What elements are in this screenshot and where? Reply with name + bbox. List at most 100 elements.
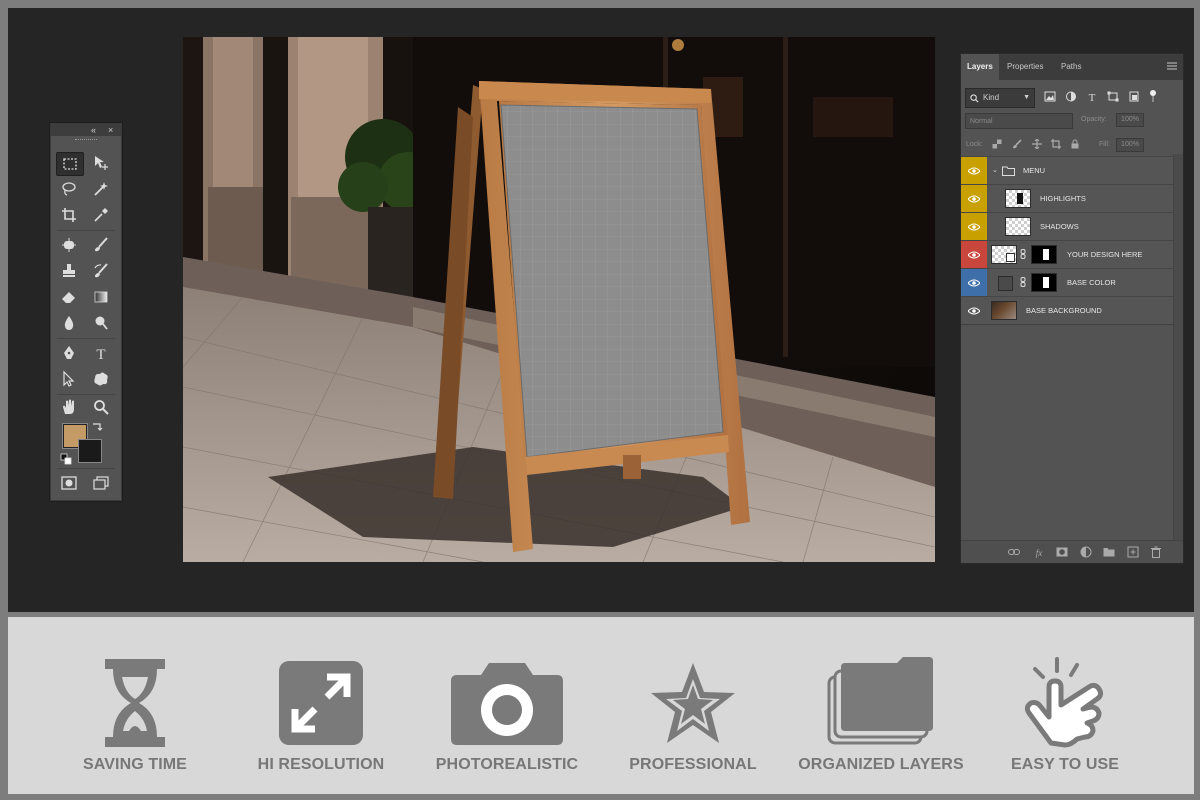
layer-name: MENU [1023,166,1046,175]
lock-transparent-icon[interactable] [992,139,1002,149]
feature-label: EASY TO USE [1010,756,1120,773]
visibility-eye-icon[interactable] [961,297,987,324]
layer-name: BASE COLOR [1067,278,1116,287]
filter-pixel-icon[interactable] [1044,91,1056,102]
layers-panel: Layers Properties Paths Kind ▼ T Normal … [960,53,1184,564]
screen-mode-icon[interactable] [88,472,114,494]
layer-filter-select[interactable]: Kind ▼ [965,88,1035,108]
visibility-eye-icon[interactable] [961,157,987,184]
visibility-eye-icon[interactable] [961,185,987,212]
panel-grip[interactable] [51,136,121,143]
document-canvas[interactable] [183,37,935,562]
add-mask-icon[interactable] [1056,546,1068,558]
pen-tool-icon[interactable] [56,342,82,364]
layer-row-your-design-here[interactable]: YOUR DESIGN HERE [961,240,1173,269]
move-tool-icon[interactable] [88,152,114,174]
camera-icon [422,655,592,750]
visibility-eye-icon[interactable] [961,241,987,268]
feature-saving-time: SAVING TIME [50,650,220,780]
trash-icon[interactable] [1150,546,1162,558]
visibility-eye-icon[interactable] [961,213,987,240]
layer-row-highlights[interactable]: HIGHLIGHTS [961,184,1173,213]
eyedropper-icon[interactable] [88,204,114,226]
visibility-eye-icon[interactable] [961,269,987,296]
fx-icon[interactable]: fx [1033,546,1045,558]
close-icon[interactable]: × [108,124,113,136]
history-brush-icon[interactable] [88,260,114,282]
panel-menu-icon[interactable] [1167,62,1177,70]
tab-properties[interactable]: Properties [1001,54,1049,80]
layer-row-base-color[interactable]: BASE COLOR [961,268,1173,297]
svg-text:T: T [96,347,105,362]
eraser-icon[interactable] [56,286,82,308]
filter-type-icon[interactable]: T [1086,91,1098,102]
feature-professional: PROFESSIONAL [608,650,778,780]
layer-row-base-background[interactable]: BASE BACKGROUND [961,296,1173,325]
tab-layers[interactable]: Layers [961,54,999,80]
swap-colors-icon[interactable] [91,420,103,432]
marquee-tool-icon[interactable] [56,152,84,176]
clone-stamp-icon[interactable] [56,260,82,282]
link-layers-icon[interactable] [1008,546,1020,558]
custom-shape-icon[interactable] [88,368,114,390]
smart-object-thumbnail [991,245,1017,264]
fill-input[interactable]: 100% [1116,138,1144,152]
fill-color-thumbnail[interactable] [998,276,1013,291]
chevron-down-icon[interactable]: ⌄ [992,166,998,174]
new-layer-icon[interactable] [1127,546,1139,558]
zoom-tool-icon[interactable] [88,396,114,418]
lock-position-icon[interactable] [1032,139,1042,149]
feature-label: PROFESSIONAL [629,756,757,773]
lock-all-icon[interactable] [1070,139,1080,149]
opacity-input[interactable]: 100% [1116,113,1144,127]
link-icon[interactable] [1020,277,1026,287]
expand-arrows-icon [236,655,406,750]
svg-text:T: T [1089,92,1096,102]
layer-row-menu-group[interactable]: ⌄ MENU [961,156,1173,185]
blur-tool-icon[interactable] [56,312,82,334]
folder-icon [1002,166,1015,176]
feature-label: PHOTOREALISTIC [435,756,579,773]
lock-artboard-icon[interactable] [1051,139,1061,149]
layer-name: YOUR DESIGN HERE [1067,250,1143,259]
dodge-tool-icon[interactable] [88,312,114,334]
healing-brush-icon[interactable] [56,234,82,256]
feature-hi-resolution: HI RESOLUTION [236,650,406,780]
collapse-icon[interactable]: « [91,124,96,136]
filter-adjustment-icon[interactable] [1065,91,1077,102]
filter-smart-object-icon[interactable] [1128,91,1140,102]
lock-pixels-icon[interactable] [1012,139,1022,149]
filter-shape-icon[interactable] [1107,91,1119,102]
fill-label: Fill: [1099,141,1110,148]
panel-tabs: Layers Properties Paths [961,54,1183,80]
adjustment-layer-icon[interactable] [1080,546,1092,558]
chevron-down-icon: ▼ [1023,94,1030,101]
new-group-icon[interactable] [1103,546,1115,558]
background-color-swatch[interactable] [78,439,102,463]
quick-mask-icon[interactable] [56,472,82,494]
crop-tool-icon[interactable] [56,204,82,226]
default-colors-icon[interactable] [60,452,72,465]
layer-row-shadows[interactable]: SHADOWS [961,212,1173,241]
gradient-icon[interactable] [88,286,114,308]
type-tool-icon[interactable]: T [88,342,114,364]
feature-easy-to-use: EASY TO USE [980,650,1150,780]
sandwich-board-mockup-image [183,37,935,562]
layer-mask-thumbnail[interactable] [1031,273,1057,292]
layers-panel-footer: fx [961,540,1183,563]
filter-toggle[interactable] [1149,90,1157,102]
blend-mode-select[interactable]: Normal [965,113,1073,129]
tap-hand-icon [980,655,1150,750]
feature-organized-layers: ORGANIZED LAYERS [796,650,966,780]
layer-name: SHADOWS [1040,222,1079,231]
lasso-tool-icon[interactable] [56,178,82,200]
path-selection-icon[interactable] [56,368,82,390]
feature-label: ORGANIZED LAYERS [798,756,964,773]
tab-paths[interactable]: Paths [1055,54,1087,80]
layer-mask-thumbnail[interactable] [1031,245,1057,264]
hand-tool-icon[interactable] [56,396,82,418]
layers-scrollbar[interactable] [1173,154,1183,562]
brush-tool-icon[interactable] [88,234,114,256]
magic-wand-icon[interactable] [88,178,114,200]
link-icon[interactable] [1020,249,1026,259]
